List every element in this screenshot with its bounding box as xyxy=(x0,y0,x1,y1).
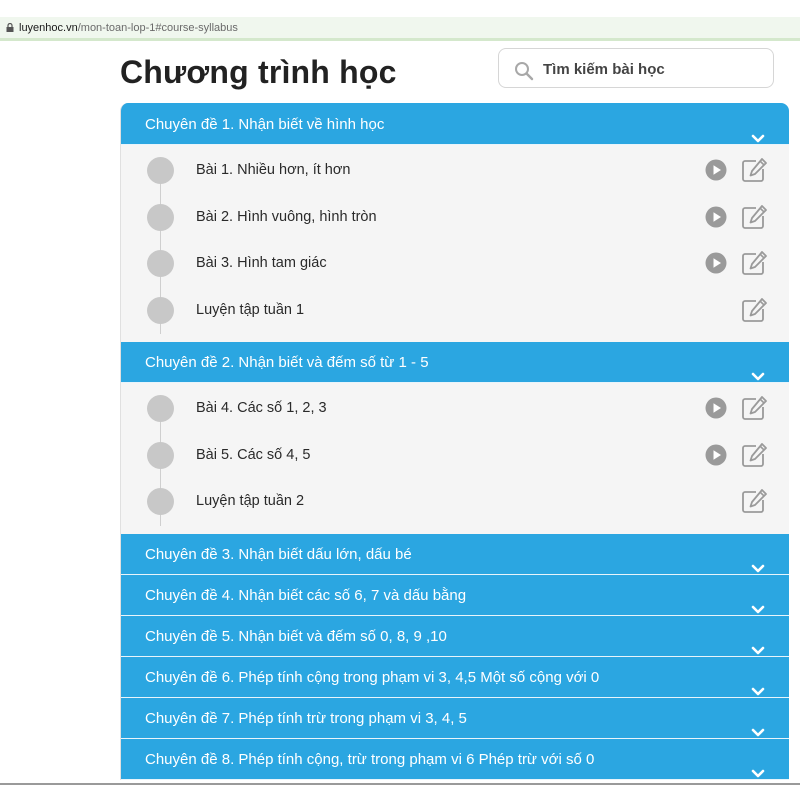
lesson-item[interactable]: Bài 3. Hình tam giác xyxy=(121,240,789,287)
play-icon[interactable] xyxy=(705,206,727,233)
lesson-label[interactable]: Luyện tập tuần 1 xyxy=(196,302,304,318)
timeline-dot xyxy=(147,296,174,324)
lesson-item[interactable]: Luyện tập tuần 1 xyxy=(121,287,789,334)
timeline-dot xyxy=(147,250,174,277)
edit-icon[interactable] xyxy=(741,442,767,473)
topic-title: Chuyên đề 2. Nhận biết và đếm số từ 1 - … xyxy=(145,354,429,371)
topic-header[interactable]: Chuyên đề 8. Phép tính cộng, trừ trong p… xyxy=(121,738,789,780)
url-host: luyenhoc.vn xyxy=(19,22,78,34)
edit-icon[interactable] xyxy=(741,204,767,235)
topic-header[interactable]: Chuyên đề 2. Nhận biết và đếm số từ 1 - … xyxy=(121,342,789,383)
lesson-item[interactable]: Bài 1. Nhiều hơn, ít hơn xyxy=(121,147,789,194)
topic-header[interactable]: Chuyên đề 7. Phép tính trừ trong phạm vi… xyxy=(121,697,789,739)
lesson-list: Bài 4. Các số 1, 2, 3 Bài 5. Các số 4, 5 L… xyxy=(121,383,789,534)
lesson-item[interactable]: Luyện tập tuần 2 xyxy=(121,478,789,525)
lesson-label[interactable]: Luyện tập tuần 2 xyxy=(196,493,304,509)
edit-icon[interactable] xyxy=(741,157,767,188)
search-icon xyxy=(515,62,534,81)
topic-header[interactable]: Chuyên đề 3. Nhận biết dấu lớn, dấu bé xyxy=(121,533,789,575)
timeline-dot xyxy=(147,395,174,422)
divider xyxy=(0,783,800,785)
timeline-dot xyxy=(147,157,174,184)
topic-title: Chuyên đề 6. Phép tính cộng trong phạm v… xyxy=(145,668,600,686)
address-bar[interactable]: luyenhoc.vn/mon-toan-lop-1#course-syllab… xyxy=(0,17,800,41)
url-path: /mon-toan-lop-1#course-syllabus xyxy=(77,22,238,34)
timeline-dot xyxy=(147,488,174,515)
search-box[interactable] xyxy=(498,48,774,88)
topic-header[interactable]: Chuyên đề 1. Nhận biết về hình học xyxy=(121,103,789,145)
topic-header[interactable]: Chuyên đề 6. Phép tính cộng trong phạm v… xyxy=(121,656,789,698)
page-title: Chương trình học xyxy=(120,54,397,90)
edit-icon[interactable] xyxy=(741,297,767,328)
topic-header[interactable]: Chuyên đề 4. Nhận biết các số 6, 7 và dấ… xyxy=(121,574,789,616)
edit-icon[interactable] xyxy=(741,250,767,281)
lesson-label[interactable]: Bài 5. Các số 4, 5 xyxy=(196,447,310,463)
topic-title: Chuyên đề 1. Nhận biết về hình học xyxy=(145,116,385,133)
topic-title: Chuyên đề 8. Phép tính cộng, trừ trong p… xyxy=(145,750,595,768)
play-icon[interactable] xyxy=(705,252,727,279)
topic-title: Chuyên đề 3. Nhận biết dấu lớn, dấu bé xyxy=(145,545,412,563)
edit-icon[interactable] xyxy=(741,395,767,426)
lesson-label[interactable]: Bài 3. Hình tam giác xyxy=(196,255,327,271)
play-icon[interactable] xyxy=(705,397,727,424)
lesson-label[interactable]: Bài 2. Hình vuông, hình tròn xyxy=(196,209,377,225)
lesson-label[interactable]: Bài 4. Các số 1, 2, 3 xyxy=(196,400,327,416)
lock-icon xyxy=(6,23,14,32)
course-syllabus: Chuyên đề 1. Nhận biết về hình học Bài 1.… xyxy=(120,103,789,780)
topic-title: Chuyên đề 5. Nhận biết và đếm số 0, 8, 9… xyxy=(145,627,447,645)
chevron-down-icon[interactable] xyxy=(751,754,765,780)
edit-icon[interactable] xyxy=(741,488,767,519)
play-icon[interactable] xyxy=(705,159,727,186)
topic-title: Chuyên đề 4. Nhận biết các số 6, 7 và dấ… xyxy=(145,586,467,604)
lesson-list: Bài 1. Nhiều hơn, ít hơn Bài 2. Hình vuôn… xyxy=(121,145,789,342)
play-icon[interactable] xyxy=(705,444,727,471)
timeline-dot xyxy=(147,203,174,231)
lesson-label[interactable]: Bài 1. Nhiều hơn, ít hơn xyxy=(196,162,350,178)
search-input[interactable] xyxy=(543,58,763,80)
timeline-dot xyxy=(147,441,174,469)
topic-title: Chuyên đề 7. Phép tính trừ trong phạm vi… xyxy=(145,709,467,727)
lesson-item[interactable]: Bài 2. Hình vuông, hình tròn xyxy=(121,194,789,241)
lesson-item[interactable]: Bài 4. Các số 1, 2, 3 xyxy=(121,385,789,432)
lesson-item[interactable]: Bài 5. Các số 4, 5 xyxy=(121,432,789,479)
topic-header[interactable]: Chuyên đề 5. Nhận biết và đếm số 0, 8, 9… xyxy=(121,615,789,657)
